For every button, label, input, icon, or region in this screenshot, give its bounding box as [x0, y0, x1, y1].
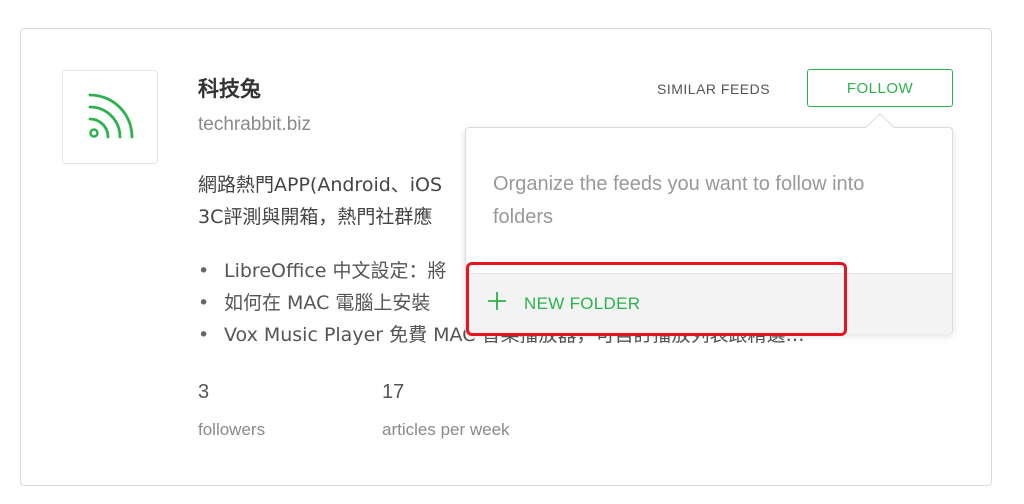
- followers-label: followers: [198, 420, 266, 439]
- articles-per-week-stat: 17 articles per week: [382, 381, 510, 440]
- articles-per-week-count: 17: [382, 381, 405, 403]
- rss-feed-icon: [88, 93, 134, 139]
- popover-message: Organize the feeds you want to follow in…: [493, 173, 865, 228]
- highlight-annotation: [466, 262, 847, 336]
- feed-logo: [62, 70, 158, 164]
- articles-per-week-label: articles per week: [382, 420, 510, 439]
- followers-stat: 3 followers: [198, 381, 265, 440]
- feed-title[interactable]: 科技兔: [198, 73, 261, 103]
- follow-button[interactable]: FOLLOW: [807, 69, 953, 107]
- similar-feeds-button[interactable]: SIMILAR FEEDS: [657, 81, 770, 97]
- feed-url[interactable]: techrabbit.biz: [198, 114, 311, 136]
- followers-count: 3: [198, 381, 210, 403]
